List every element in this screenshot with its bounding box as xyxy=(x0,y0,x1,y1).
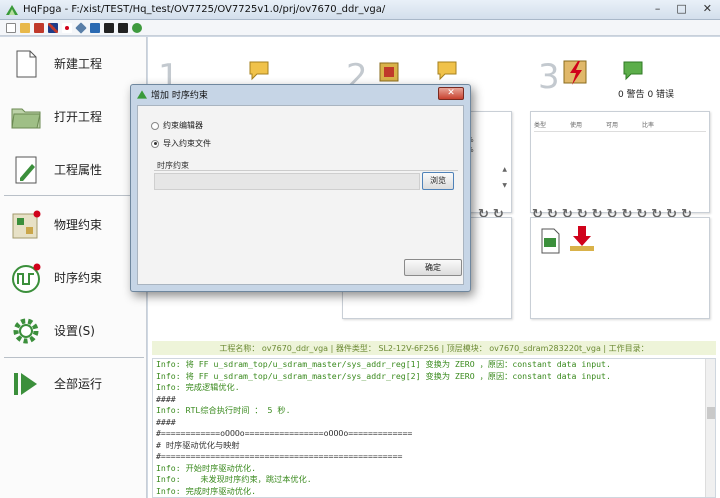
resource-panel-top: 类型 使用 可用 比率 xyxy=(530,111,710,213)
column-header: 类型 xyxy=(534,122,547,129)
open-project-icon xyxy=(11,108,41,128)
title-bar: HqFpga - F:/xist/TEST/Hq_test/OV7725/OV7… xyxy=(0,0,720,20)
bitstream-chip-icon xyxy=(563,60,587,85)
sidebar-item-run-all[interactable]: 全部运行 xyxy=(0,357,147,410)
console-scrollbar[interactable] xyxy=(705,359,715,497)
save-icon[interactable] xyxy=(34,22,44,33)
minimize-button[interactable]: – xyxy=(655,2,661,15)
sidebar-item-label: 新建工程 xyxy=(54,57,103,71)
scroll-up-icon[interactable]: ▲ xyxy=(502,166,507,173)
radio-label: 导入约束文件 xyxy=(163,139,211,148)
console-line: Info: RTL综合执行时间 ： 5 秒. xyxy=(156,405,291,415)
column-header: 使用 xyxy=(570,122,583,129)
help-icon[interactable] xyxy=(90,22,100,33)
sidebar-item-label: 物理约束 xyxy=(54,218,103,232)
uk-flag-icon[interactable] xyxy=(48,22,58,33)
timing-constraint-icon xyxy=(12,263,41,293)
close-button[interactable]: ✕ xyxy=(703,2,712,15)
new-project-icon xyxy=(16,50,37,77)
run-icon[interactable] xyxy=(132,22,142,33)
resource-panel-bottom xyxy=(530,217,710,319)
console-line: Info: 将 FF u_sdram_top/u_sdram_master/sy… xyxy=(156,359,611,369)
group-divider xyxy=(154,170,458,171)
chip-icon xyxy=(379,62,399,82)
output-console: Info: 将 FF u_sdram_top/u_sdram_master/sy… xyxy=(152,358,716,498)
sidebar-divider xyxy=(4,195,144,196)
sidebar-item-project-properties[interactable]: 工程属性 xyxy=(0,143,147,196)
sidebar-item-label: 工程属性 xyxy=(54,163,103,177)
dialog-title: 增加 时序约束 xyxy=(151,90,208,101)
china-flag-icon[interactable] xyxy=(62,22,72,33)
radio-indicator[interactable] xyxy=(151,121,159,130)
toolbar xyxy=(0,20,720,36)
console-line: #=======================================… xyxy=(156,451,403,461)
sidebar-item-timing-constraint[interactable]: 时序约束 xyxy=(0,251,147,304)
step-number: 3 xyxy=(538,57,560,97)
console-line: Info: 将 FF u_sdram_top/u_sdram_master/sy… xyxy=(156,370,611,381)
ok-button[interactable]: 确定 xyxy=(404,259,462,276)
console-line: #============oOOOo================oOOOo=… xyxy=(156,428,413,438)
constraint-file-path-input[interactable] xyxy=(154,173,420,190)
radio-indicator[interactable] xyxy=(151,139,159,148)
console-line: #### xyxy=(156,393,176,404)
sidebar-item-new-project[interactable]: 新建工程 xyxy=(0,37,147,90)
column-header: 可用 xyxy=(606,122,619,129)
sidebar-item-physical-constraint[interactable]: 物理约束 xyxy=(0,198,147,251)
new-file-icon[interactable] xyxy=(6,22,16,33)
console-line: #### xyxy=(156,416,176,427)
physical-constraint-icon xyxy=(12,210,41,238)
scroll-down-icon[interactable]: ▼ xyxy=(502,182,507,189)
project-properties-icon xyxy=(15,156,37,183)
radio-label: 约束编辑器 xyxy=(163,121,203,130)
console-line: # 时序驱动优化与映射 xyxy=(156,439,240,450)
column-header: 比率 xyxy=(642,122,655,129)
bit-file-icon[interactable] xyxy=(539,228,561,254)
dialog-title-bar[interactable]: 增加 时序约束 xyxy=(131,85,470,103)
maximize-button[interactable]: □ xyxy=(676,2,686,15)
message-icon xyxy=(623,61,643,81)
app-logo-icon xyxy=(137,89,147,99)
sidebar-item-open-project[interactable]: 打开工程 xyxy=(0,90,147,143)
sidebar-item-label: 全部运行 xyxy=(54,377,103,391)
message-icon xyxy=(437,61,457,81)
scrollbar-thumb[interactable] xyxy=(707,407,715,419)
import-constraint-file-radio[interactable]: 导入约束文件 xyxy=(151,138,211,149)
console-line: Info: 未发现时序约束，跳过本优化. xyxy=(156,474,312,484)
resource-table-header: 类型 使用 可用 比率 xyxy=(534,120,706,132)
sidebar-item-label: 打开工程 xyxy=(54,110,103,124)
dialog-body: 约束编辑器 导入约束文件 时序约束 浏览 确定 xyxy=(137,105,464,285)
sidebar-item-label: 设置(S) xyxy=(54,324,95,338)
console-line: Info: 完成时序驱动优化. xyxy=(156,485,257,496)
open-folder-icon[interactable] xyxy=(20,22,30,33)
dialog-close-button[interactable]: ✕ xyxy=(438,87,464,100)
sidebar-item-label: 时序约束 xyxy=(54,271,103,285)
gear-icon xyxy=(13,318,39,343)
settings-icon[interactable] xyxy=(75,21,87,34)
constraint-editor-radio[interactable]: 约束编辑器 xyxy=(151,120,203,131)
app-logo-icon xyxy=(6,4,18,15)
step-status-text: 0 警告 0 错误 xyxy=(618,90,675,100)
window-title: HqFpga - F:/xist/TEST/Hq_test/OV7725/OV7… xyxy=(23,4,386,15)
run-all-icon xyxy=(14,372,37,395)
add-timing-constraint-dialog: 增加 时序约束 ✕ 约束编辑器 导入约束文件 时序约束 浏览 确定 xyxy=(130,84,471,292)
console-line: Info: 完成逻辑优化. xyxy=(156,382,240,392)
console-line: Info: 开始时序驱动优化. xyxy=(156,462,257,473)
s-icon[interactable] xyxy=(104,22,114,33)
project-info-bar: 工程名称： ov7670_ddr_vga | 器件类型： SL2-12V-6F2… xyxy=(152,341,716,355)
browse-button[interactable]: 浏览 xyxy=(422,172,454,190)
sidebar: 新建工程 打开工程 工程属性 物理约束 时序约束 设置(S) 全部运行 xyxy=(0,37,147,498)
message-icon xyxy=(249,61,269,81)
sidebar-item-settings[interactable]: 设置(S) xyxy=(0,304,147,357)
c-icon[interactable] xyxy=(118,22,128,33)
download-icon[interactable] xyxy=(567,224,597,254)
